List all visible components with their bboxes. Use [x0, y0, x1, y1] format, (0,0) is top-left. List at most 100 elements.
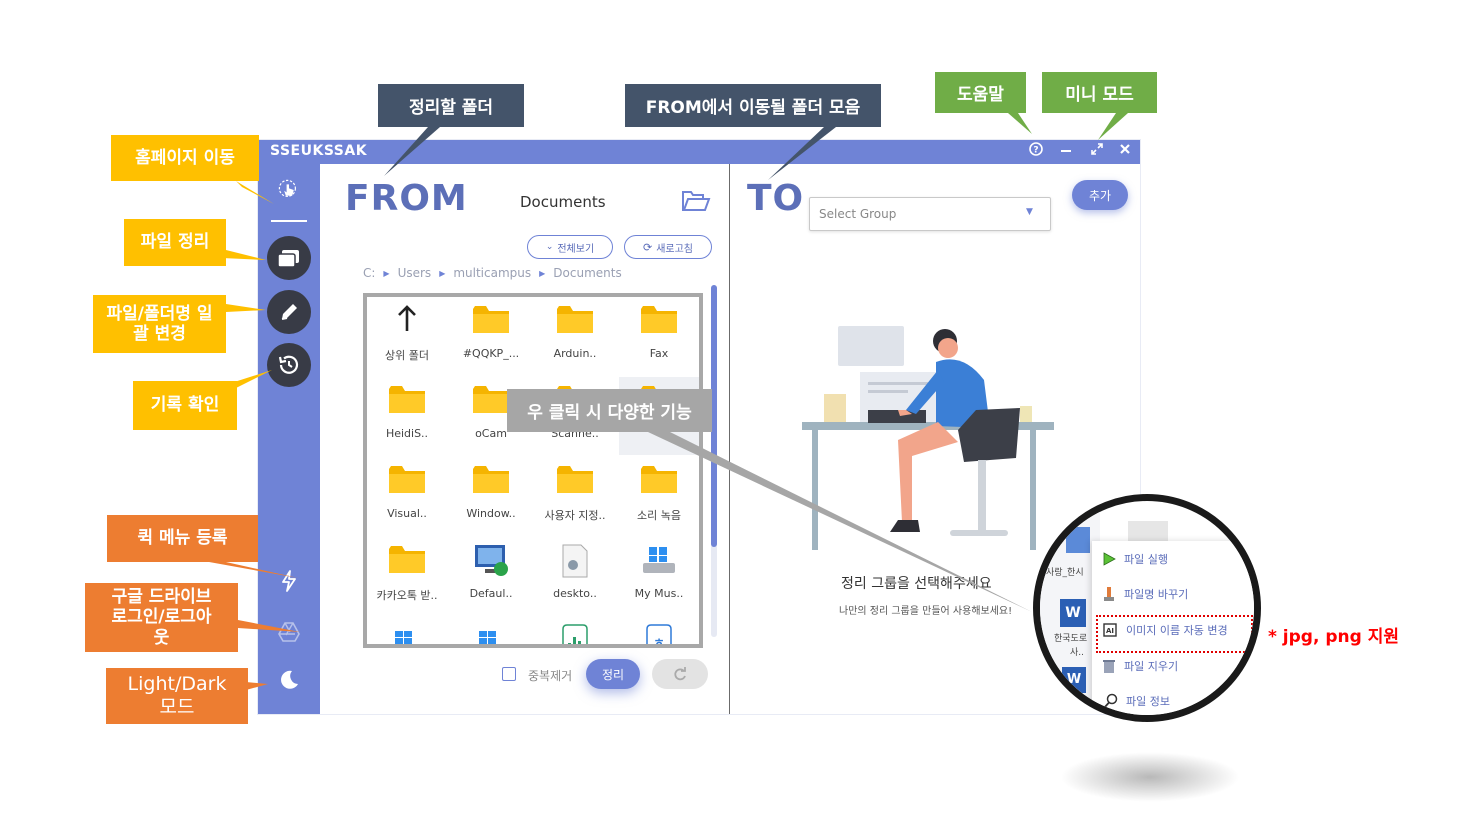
- file-grid-item[interactable]: Visual..: [367, 457, 447, 535]
- settings-file-icon: [555, 543, 595, 578]
- menu-item-label: 파일명 바꾸기: [1124, 588, 1189, 601]
- file-grid-item[interactable]: 사용자 지정..: [535, 457, 615, 535]
- chart-file-icon: [555, 623, 595, 644]
- menu-item-delete-file[interactable]: 파일 지우기: [1102, 658, 1178, 674]
- drive-icon: [639, 543, 679, 575]
- undo-button[interactable]: [652, 659, 708, 689]
- breadcrumb-item[interactable]: Users: [398, 266, 432, 280]
- up-arrow-icon: [387, 303, 427, 335]
- google-drive-icon[interactable]: [277, 620, 301, 644]
- close-icon[interactable]: [1115, 142, 1135, 162]
- help-icon[interactable]: ?: [1026, 142, 1046, 162]
- pencil-icon: [281, 304, 297, 320]
- homepage-hand-icon[interactable]: [277, 178, 301, 202]
- remote-desktop-icon: [471, 543, 511, 576]
- hangul-file-icon: ㅎ: [639, 623, 679, 644]
- refresh-icon: ⟳: [642, 240, 653, 254]
- history-icon: [278, 355, 299, 374]
- word-file-icon: W: [1062, 667, 1086, 693]
- history-button[interactable]: [267, 343, 311, 387]
- menu-item-file-info[interactable]: 파일 정보: [1102, 693, 1170, 709]
- group-select[interactable]: Select Group ▼: [809, 197, 1051, 231]
- file-grid-item-label: My Mus..: [634, 587, 684, 600]
- panel-divider: [729, 164, 730, 714]
- open-folder-icon[interactable]: [681, 190, 711, 216]
- file-grid-item[interactable]: 카카오톡 받..: [367, 537, 447, 615]
- title-bar[interactable]: SSEUKSSAK ?: [258, 140, 1140, 164]
- folder-icon: [555, 463, 595, 495]
- file-grid-item-label: Fax: [649, 347, 669, 360]
- breadcrumb-item[interactable]: Documents: [553, 266, 621, 280]
- peek-text: 사랑_한시: [1046, 568, 1084, 578]
- folder-icon: [387, 383, 427, 415]
- menu-item-rename-file[interactable]: 파일명 바꾸기: [1102, 586, 1188, 602]
- redo-icon: [674, 667, 686, 681]
- dedupe-checkbox[interactable]: [502, 667, 516, 681]
- callout-google-drive: 구글 드라이브 로그인/로그아웃: [85, 583, 238, 652]
- file-grid-item-label: Arduin..: [553, 347, 597, 360]
- file-grid-item[interactable]: [367, 617, 447, 644]
- file-grid-item[interactable]: 상위 폴더: [367, 297, 447, 375]
- add-group-button[interactable]: 추가: [1072, 180, 1128, 210]
- file-grid-item[interactable]: ㅎ: [619, 617, 699, 644]
- image-file-icon: [1066, 527, 1090, 553]
- file-grid-item[interactable]: My Mus..: [619, 537, 699, 615]
- folder-icon: [555, 303, 595, 335]
- callout-history: 기록 확인: [133, 381, 237, 430]
- file-grid-item-label: 소리 녹음: [637, 509, 681, 522]
- file-grid-item[interactable]: [535, 617, 615, 644]
- file-grid: 상위 폴더 #QQKP_... Arduin.. Fax HeidiS.. oCam Sca…: [363, 293, 703, 648]
- breadcrumb-item[interactable]: multicampus: [453, 266, 531, 280]
- from-heading: FROM: [345, 178, 468, 219]
- file-grid-item[interactable]: Fax: [619, 297, 699, 375]
- file-grid-item[interactable]: Window..: [451, 457, 531, 535]
- windows-icon: [471, 623, 511, 644]
- rename-icon: [1104, 587, 1114, 601]
- file-grid-item[interactable]: HeidiS..: [367, 377, 447, 455]
- menu-item-label: 파일 정보: [1126, 695, 1170, 708]
- menu-item-run-file[interactable]: 파일 실행: [1102, 551, 1168, 567]
- view-all-button[interactable]: ⌄ 전체보기: [527, 235, 613, 259]
- file-grid-item-label: Defaul..: [469, 587, 513, 600]
- sidebar: [258, 164, 320, 714]
- file-grid-item[interactable]: Defaul..: [451, 537, 531, 615]
- context-menu: 파일 실행 파일명 바꾸기 AI 이미지 이름 자동 변경 파일 지우기 파일 …: [1092, 541, 1254, 715]
- organize-button[interactable]: 정리: [586, 659, 640, 689]
- folder-icon: [471, 383, 511, 415]
- file-grid-item[interactable]: 소리 녹음: [619, 457, 699, 535]
- file-grid-item-label: Window..: [466, 507, 516, 520]
- callout-source-folder: 정리할 폴더: [378, 84, 524, 127]
- word-file-icon: W: [1060, 599, 1086, 627]
- file-grid-item[interactable]: [451, 617, 531, 644]
- quick-menu-bolt-icon[interactable]: [277, 569, 301, 593]
- sidebar-divider: [271, 220, 307, 222]
- file-organize-button[interactable]: [267, 236, 311, 280]
- file-grid-item-label: HeidiS..: [385, 427, 429, 440]
- refresh-label: 새로고침: [656, 243, 694, 255]
- refresh-button[interactable]: ⟳ 새로고침: [624, 235, 712, 259]
- rename-button[interactable]: [267, 290, 311, 334]
- current-folder-name: Documents: [520, 193, 606, 211]
- callout-destination-folders: FROM에서 이동될 폴더 모음: [625, 84, 881, 127]
- file-grid-item[interactable]: Arduin..: [535, 297, 615, 375]
- mini-mode-icon[interactable]: [1087, 142, 1107, 162]
- folder-icon: [471, 303, 511, 335]
- to-heading: TO: [747, 178, 805, 219]
- callout-rename: 파일/폴더명 일괄 변경: [93, 295, 226, 353]
- breadcrumb-separator-icon: ▶: [383, 268, 390, 278]
- highlight-box: [1096, 615, 1253, 653]
- file-grid-item[interactable]: deskto..: [535, 537, 615, 615]
- chevron-down-icon: ⌄: [545, 242, 554, 252]
- context-menu-magnifier: 사랑_한시 W 한국도로 사.. W 파일 실행 파일명 바꾸기 AI 이미지 …: [1033, 494, 1261, 722]
- callout-help: 도움말: [935, 72, 1026, 113]
- group-select-placeholder: Select Group: [819, 207, 897, 221]
- minimize-icon[interactable]: [1056, 142, 1076, 162]
- file-grid-item-label: 상위 폴더: [385, 349, 429, 362]
- breadcrumb-item[interactable]: C:: [363, 266, 375, 280]
- magnifier-shadow: [1060, 752, 1240, 802]
- moon-icon[interactable]: [277, 668, 301, 692]
- file-grid-item[interactable]: #QQKP_...: [451, 297, 531, 375]
- svg-text:?: ?: [1033, 146, 1038, 156]
- folders-icon: [277, 250, 299, 268]
- magnifier-icon: [1103, 693, 1118, 709]
